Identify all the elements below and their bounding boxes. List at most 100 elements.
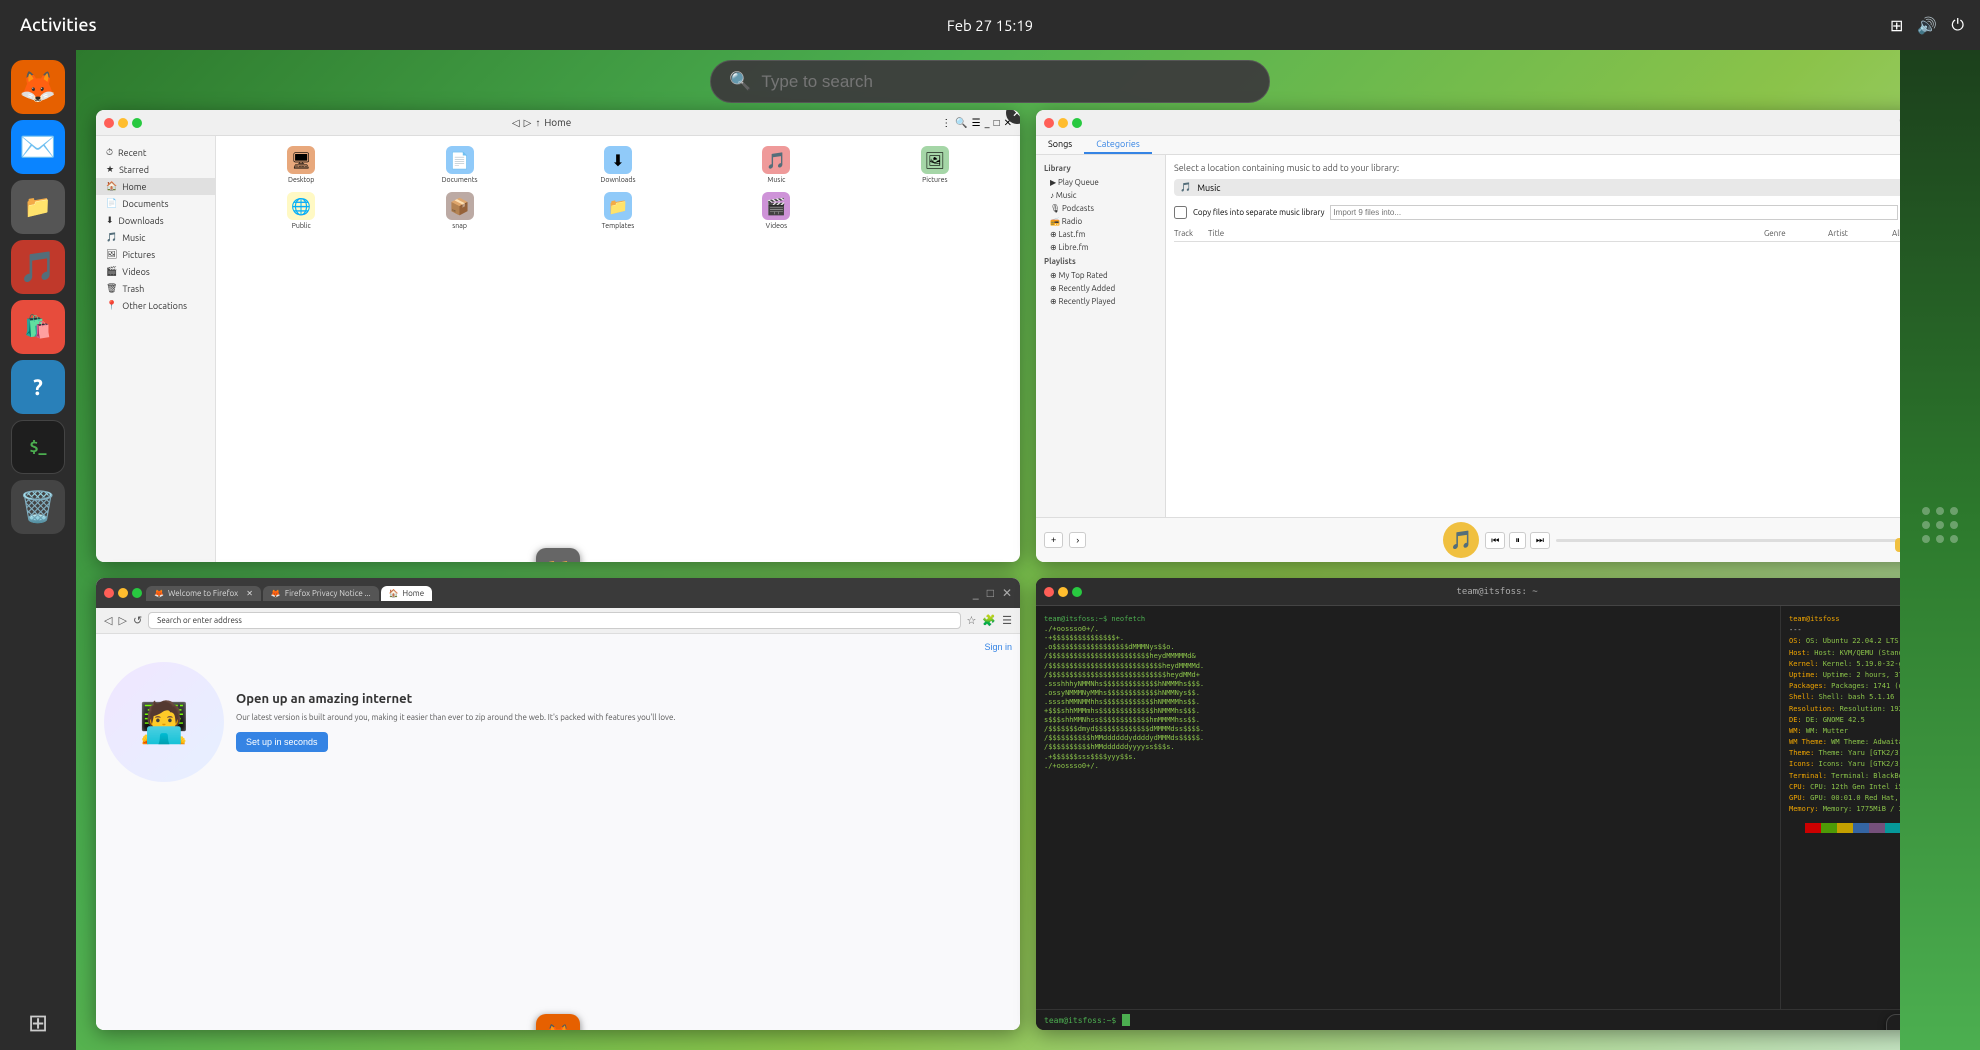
list-item[interactable]: 🎬 Videos [701, 192, 851, 230]
tab-close-1[interactable]: ✕ [246, 589, 253, 598]
mp-play-queue[interactable]: ▶ Play Queue [1036, 176, 1165, 189]
color-swatch-7 [1885, 823, 1901, 833]
fm-sidebar-pictures[interactable]: 🖼 Pictures [96, 246, 215, 263]
mp-play-btn[interactable]: ⏸ [1509, 532, 1526, 549]
term-max-dot[interactable] [1072, 587, 1082, 597]
sidebar-item-firefox[interactable]: 🦊 [11, 60, 65, 114]
fx-signin-button[interactable]: Sign in [984, 642, 1012, 652]
tab-categories[interactable]: Categories [1084, 136, 1152, 154]
fm-sidebar-home[interactable]: 🏠 Home [96, 178, 215, 195]
fm-sidebar-downloads[interactable]: ⬇ Downloads [96, 212, 215, 229]
tab-welcome-firefox[interactable]: 🦊 Welcome to Firefox ✕ [146, 586, 261, 601]
mp-music[interactable]: ♪ Music [1036, 189, 1165, 202]
term-min-dot[interactable] [1058, 587, 1068, 597]
mp-tabs: Songs Categories [1036, 136, 1960, 155]
files-overlay-icon[interactable]: 📁 [536, 548, 580, 562]
fm-close-btn[interactable] [104, 118, 114, 128]
fm-min-btn[interactable] [118, 118, 128, 128]
list-item[interactable]: ⬇ Downloads [543, 146, 693, 184]
mp-next-track-btn[interactable]: ⏭ [1530, 532, 1550, 549]
fx-cta-button[interactable]: Set up in seconds [236, 732, 328, 752]
mp-radio[interactable]: 📻 Radio [1036, 215, 1165, 228]
fm-max-btn[interactable] [132, 118, 142, 128]
mp-max-btn[interactable] [1072, 118, 1082, 128]
sidebar-item-rhythmbox[interactable]: 🎵 [11, 240, 65, 294]
volume-icon[interactable]: 🔊 [1917, 16, 1937, 35]
fm-sidebar-starred[interactable]: ★ Starred [96, 161, 215, 178]
list-item[interactable]: 📁 Templates [543, 192, 693, 230]
list-item[interactable]: 📦 snap [384, 192, 534, 230]
fx-refresh-icon[interactable]: ↺ [133, 614, 142, 627]
fm-search-icon[interactable]: 🔍 [955, 117, 967, 129]
sidebar-item-trash[interactable]: 🗑️ [11, 480, 65, 534]
fx-back-icon[interactable]: ◁ [104, 614, 112, 627]
list-item[interactable]: 📄 Documents [384, 146, 534, 184]
fm-content: 🖥 Desktop 📄 Documents ⬇ Downloads 🎵 [216, 136, 1020, 562]
mp-copy-checkbox[interactable] [1174, 206, 1187, 219]
search-input[interactable] [761, 72, 1251, 92]
mp-recently-played[interactable]: ⊕ Recently Played [1036, 295, 1165, 308]
fm-view-icon[interactable]: ☰ [972, 117, 981, 129]
sidebar-item-thunderbird[interactable]: ✉️ [11, 120, 65, 174]
sidebar-item-help[interactable]: ? [11, 360, 65, 414]
firefox-overlay-icon[interactable]: 🦊 [536, 1014, 580, 1030]
tab-songs[interactable]: Songs [1036, 136, 1084, 154]
fx-win-close-icon[interactable]: ✕ [1002, 586, 1012, 600]
fm-minimize-icon[interactable]: _ [985, 117, 990, 128]
app-grid-button[interactable]: ⊞ [11, 996, 65, 1050]
nav-back-icon[interactable]: ◁ [512, 117, 520, 129]
tab-privacy-notice[interactable]: 🦊 Firefox Privacy Notice ... [263, 586, 379, 601]
fx-max-dot[interactable] [132, 588, 142, 598]
term-content: team@itsfoss:~$ neofetch ./+oossso0+/. -… [1036, 606, 1960, 1009]
fm-sidebar-trash[interactable]: 🗑 Trash [96, 280, 215, 297]
fx-win-min-icon[interactable]: _ [973, 587, 979, 600]
sidebar-item-terminal[interactable]: $_ [11, 420, 65, 474]
music-player-window[interactable]: 🔍 _ □ ✕ Songs Categories Library ▶ Play … [1036, 110, 1960, 562]
fm-sidebar-music[interactable]: 🎵 Music [96, 229, 215, 246]
mp-import-input[interactable] [1330, 205, 1897, 220]
nav-up-icon[interactable]: ↑ [535, 117, 540, 129]
fm-sidebar-recent[interactable]: ⏱ Recent [96, 144, 215, 161]
sidebar-item-appstore[interactable]: 🛍️ [11, 300, 65, 354]
color-swatch-3 [1821, 823, 1837, 833]
file-manager-window[interactable]: ✕ ◁ ▷ ↑ Home ⋮ 🔍 ☰ _ □ [96, 110, 1020, 562]
mp-recently-added[interactable]: ⊕ Recently Added [1036, 282, 1165, 295]
public-label: Public [292, 222, 311, 230]
network-icon[interactable]: ⊞ [1890, 16, 1903, 35]
fm-maximize-icon[interactable]: □ [994, 117, 1000, 129]
fm-sidebar-other[interactable]: 📍 Other Locations [96, 297, 215, 314]
fx-extensions-icon[interactable]: 🧩 [982, 614, 996, 627]
mp-min-btn[interactable] [1058, 118, 1068, 128]
mp-librefm[interactable]: ⊕ Libre.fm [1036, 241, 1165, 254]
fx-close-dot[interactable] [104, 588, 114, 598]
term-close-dot[interactable] [1044, 587, 1054, 597]
fx-address-bar[interactable]: Search or enter address [148, 612, 960, 629]
list-item[interactable]: 🖥 Desktop [226, 146, 376, 184]
fx-bookmark-icon[interactable]: ☆ [967, 614, 977, 627]
list-item[interactable]: 🖼 Pictures [860, 146, 1010, 184]
fx-forward-icon[interactable]: ▷ [118, 614, 126, 627]
mp-prev-btn[interactable]: ⏮ [1485, 532, 1505, 549]
tab-home[interactable]: 🏠 Home [381, 586, 433, 601]
videos-icon: 🎬 [106, 266, 117, 277]
fm-menu-icon[interactable]: ⋮ [941, 117, 951, 129]
power-icon[interactable]: ⏻ [1951, 16, 1964, 35]
activities-button[interactable]: Activities [0, 0, 117, 50]
fx-win-max-icon[interactable]: □ [987, 586, 994, 600]
mp-lastfm[interactable]: ⊕ Last.fm [1036, 228, 1165, 241]
sidebar-item-files[interactable]: 📁 [11, 180, 65, 234]
nav-forward-icon[interactable]: ▷ [524, 117, 532, 129]
fx-menu-icon[interactable]: ☰ [1002, 614, 1012, 627]
mp-next-btn[interactable]: › [1069, 532, 1086, 548]
mp-close-btn[interactable] [1044, 118, 1054, 128]
terminal-window[interactable]: team@itsfoss: ~ _ □ ✕ team@itsfoss:~$ ne… [1036, 578, 1960, 1030]
fm-sidebar-documents[interactable]: 📄 Documents [96, 195, 215, 212]
mp-add-location-btn[interactable]: + [1044, 532, 1063, 548]
firefox-window[interactable]: 🦊 Welcome to Firefox ✕ 🦊 Firefox Privacy… [96, 578, 1020, 1030]
fx-min-dot[interactable] [118, 588, 128, 598]
list-item[interactable]: 🎵 Music [701, 146, 851, 184]
fm-sidebar-videos[interactable]: 🎬 Videos [96, 263, 215, 280]
mp-top-rated[interactable]: ⊕ My Top Rated [1036, 269, 1165, 282]
list-item[interactable]: 🌐 Public [226, 192, 376, 230]
mp-podcasts[interactable]: 🎙 Podcasts [1036, 202, 1165, 215]
